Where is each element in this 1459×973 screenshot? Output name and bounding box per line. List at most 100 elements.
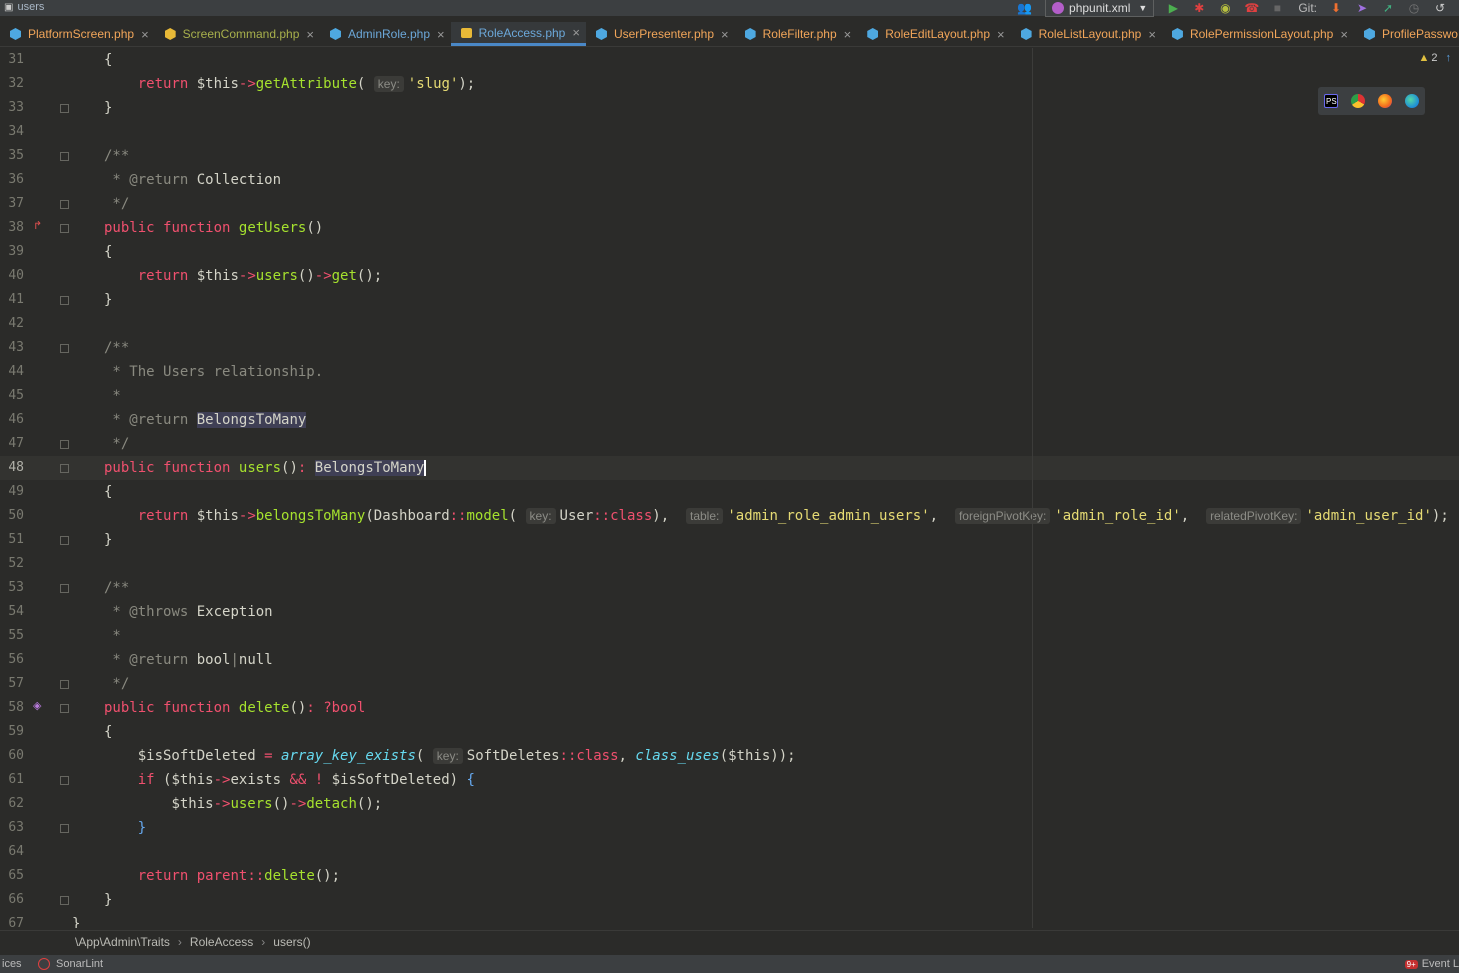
tab-roleaccess[interactable]: RoleAccess.php × [450, 22, 586, 46]
param-hint: table: [685, 508, 724, 524]
project-icon: ▣ [4, 2, 14, 13]
close-icon[interactable]: × [997, 27, 1005, 42]
close-icon[interactable]: × [721, 27, 729, 42]
current-code-line: 48 public function users(): BelongsToMany [0, 456, 1459, 480]
code-line: 51} [8, 532, 113, 548]
fold-marker[interactable] [60, 224, 69, 233]
php-class-icon [595, 28, 607, 40]
php-class-icon [164, 28, 176, 40]
code-line: 39{ [8, 244, 113, 260]
git-commit-icon[interactable]: ➤ [1355, 1, 1369, 15]
sonarlint-tab[interactable]: SonarLint [38, 958, 103, 970]
fold-marker[interactable] [60, 296, 69, 305]
git-push-icon[interactable]: ➚ [1381, 1, 1395, 15]
php-class-icon [1020, 28, 1032, 40]
code-line: 31{ [8, 52, 113, 68]
close-icon[interactable]: × [1340, 27, 1348, 42]
tab-rolelistlayout[interactable]: RoleListLayout.php × [1011, 22, 1162, 46]
fold-marker[interactable] [60, 824, 69, 833]
code-line: 41} [8, 292, 113, 308]
tab-screencommand[interactable]: ScreenCommand.php × [155, 22, 320, 46]
overrides-icon[interactable]: ◈ [33, 699, 41, 712]
code-line: 36 * @return Collection [8, 172, 282, 188]
fold-marker[interactable] [60, 704, 69, 713]
code-line: 64 [8, 844, 24, 859]
close-icon[interactable]: × [141, 27, 149, 42]
run-config-select[interactable]: phpunit.xml ▼ [1045, 0, 1155, 17]
phpunit-icon [1052, 1, 1065, 14]
code-line: 43/** [8, 340, 130, 356]
run-icon[interactable]: ▶ [1166, 1, 1180, 15]
code-line: 53/** [8, 580, 130, 596]
breadcrumb-method[interactable]: users() [273, 935, 310, 949]
services-tab[interactable]: ices [2, 958, 38, 970]
sonarlint-icon [38, 958, 50, 970]
breadcrumb: \App\Admin\Traits › RoleAccess › users() [0, 930, 1459, 953]
close-icon[interactable]: × [1148, 27, 1156, 42]
tab-roleeditlayout[interactable]: RoleEditLayout.php × [857, 22, 1010, 46]
code-line: 55 * [8, 628, 121, 644]
fold-marker[interactable] [60, 440, 69, 449]
project-label[interactable]: ▣ users [4, 0, 44, 16]
fold-marker[interactable] [60, 536, 69, 545]
php-class-icon [867, 28, 879, 40]
fold-marker[interactable] [60, 104, 69, 113]
param-hint: key: [373, 76, 404, 92]
tab-platformscreen[interactable]: PlatformScreen.php × [0, 22, 155, 46]
param-hint: key: [525, 508, 556, 524]
tab-rolepermissionlayout[interactable]: RolePermissionLayout.php × [1162, 22, 1354, 46]
close-icon[interactable]: × [306, 27, 314, 42]
git-rollback-icon[interactable]: ↺ [1433, 1, 1447, 15]
param-hint: key: [432, 748, 463, 764]
fold-marker[interactable] [60, 200, 69, 209]
git-update-icon[interactable]: ⬇ [1329, 1, 1343, 15]
code-editor[interactable]: 31{ 32 return $this->getAttribute( key: '… [0, 48, 1459, 928]
coverage-icon[interactable]: ◉ [1218, 1, 1232, 15]
code-line: 65 return parent::delete(); [8, 868, 341, 884]
php-class-icon [744, 28, 756, 40]
tab-rolefilter[interactable]: RoleFilter.php × [735, 22, 858, 46]
close-icon[interactable]: × [844, 27, 852, 42]
fold-marker[interactable] [60, 152, 69, 161]
fold-marker[interactable] [60, 776, 69, 785]
breadcrumb-namespace[interactable]: \App\Admin\Traits [75, 935, 170, 949]
fold-marker[interactable] [60, 584, 69, 593]
close-icon[interactable]: × [437, 27, 445, 42]
fold-marker[interactable] [60, 896, 69, 905]
breadcrumb-trait[interactable]: RoleAccess [190, 935, 253, 949]
git-history-icon[interactable]: ◷ [1407, 1, 1421, 15]
code-line: 61 if ($this->exists && ! $isSoftDeleted… [8, 772, 475, 788]
fold-marker[interactable] [60, 344, 69, 353]
code-line: 40 return $this->users()->get(); [8, 268, 383, 284]
top-toolbar: ▣ users 👥 phpunit.xml ▼ ▶ ✱ ◉ ☎ ■ Git: ⬇ … [0, 0, 1459, 17]
fold-marker[interactable] [60, 464, 69, 473]
event-log-tab[interactable]: 9+ Event L [1404, 958, 1459, 970]
fold-marker[interactable] [60, 680, 69, 689]
users-icon[interactable]: 👥 [1017, 1, 1032, 15]
debug-icon[interactable]: ✱ [1192, 1, 1206, 15]
code-line: 33} [8, 100, 113, 116]
tab-profilepassword[interactable]: ProfilePasswo [1354, 22, 1459, 46]
stop-icon[interactable]: ■ [1270, 1, 1284, 15]
code-line: 44 * The Users relationship. [8, 364, 324, 380]
right-margin-guide [1032, 48, 1033, 928]
code-line: 54 * @throws Exception [8, 604, 273, 620]
code-line: 58 ◈ public function delete(): ?bool [8, 699, 366, 716]
param-hint: foreignPivotKey: [954, 508, 1051, 524]
tab-userpresenter[interactable]: UserPresenter.php × [586, 22, 735, 46]
profile-icon[interactable]: ☎ [1244, 1, 1259, 15]
close-icon[interactable]: × [572, 25, 580, 40]
implements-icon[interactable]: ↱ [33, 219, 42, 232]
code-line: 49{ [8, 484, 113, 500]
code-line: 42 [8, 316, 24, 331]
code-line: 50 return $this->belongsToMany(Dashboard… [8, 508, 1449, 524]
code-line: 46 * @return BelongsToMany [8, 412, 307, 428]
code-line: 37 */ [8, 196, 130, 212]
text-caret [424, 460, 427, 476]
code-line: 38 ↱ public function getUsers() [8, 219, 324, 236]
event-badge: 9+ [1404, 959, 1418, 969]
code-line: 60 $isSoftDeleted = array_key_exists( ke… [8, 748, 796, 764]
code-line: 63 } [8, 820, 147, 836]
tab-adminrole[interactable]: AdminRole.php × [320, 22, 451, 46]
code-line: 59{ [8, 724, 113, 740]
